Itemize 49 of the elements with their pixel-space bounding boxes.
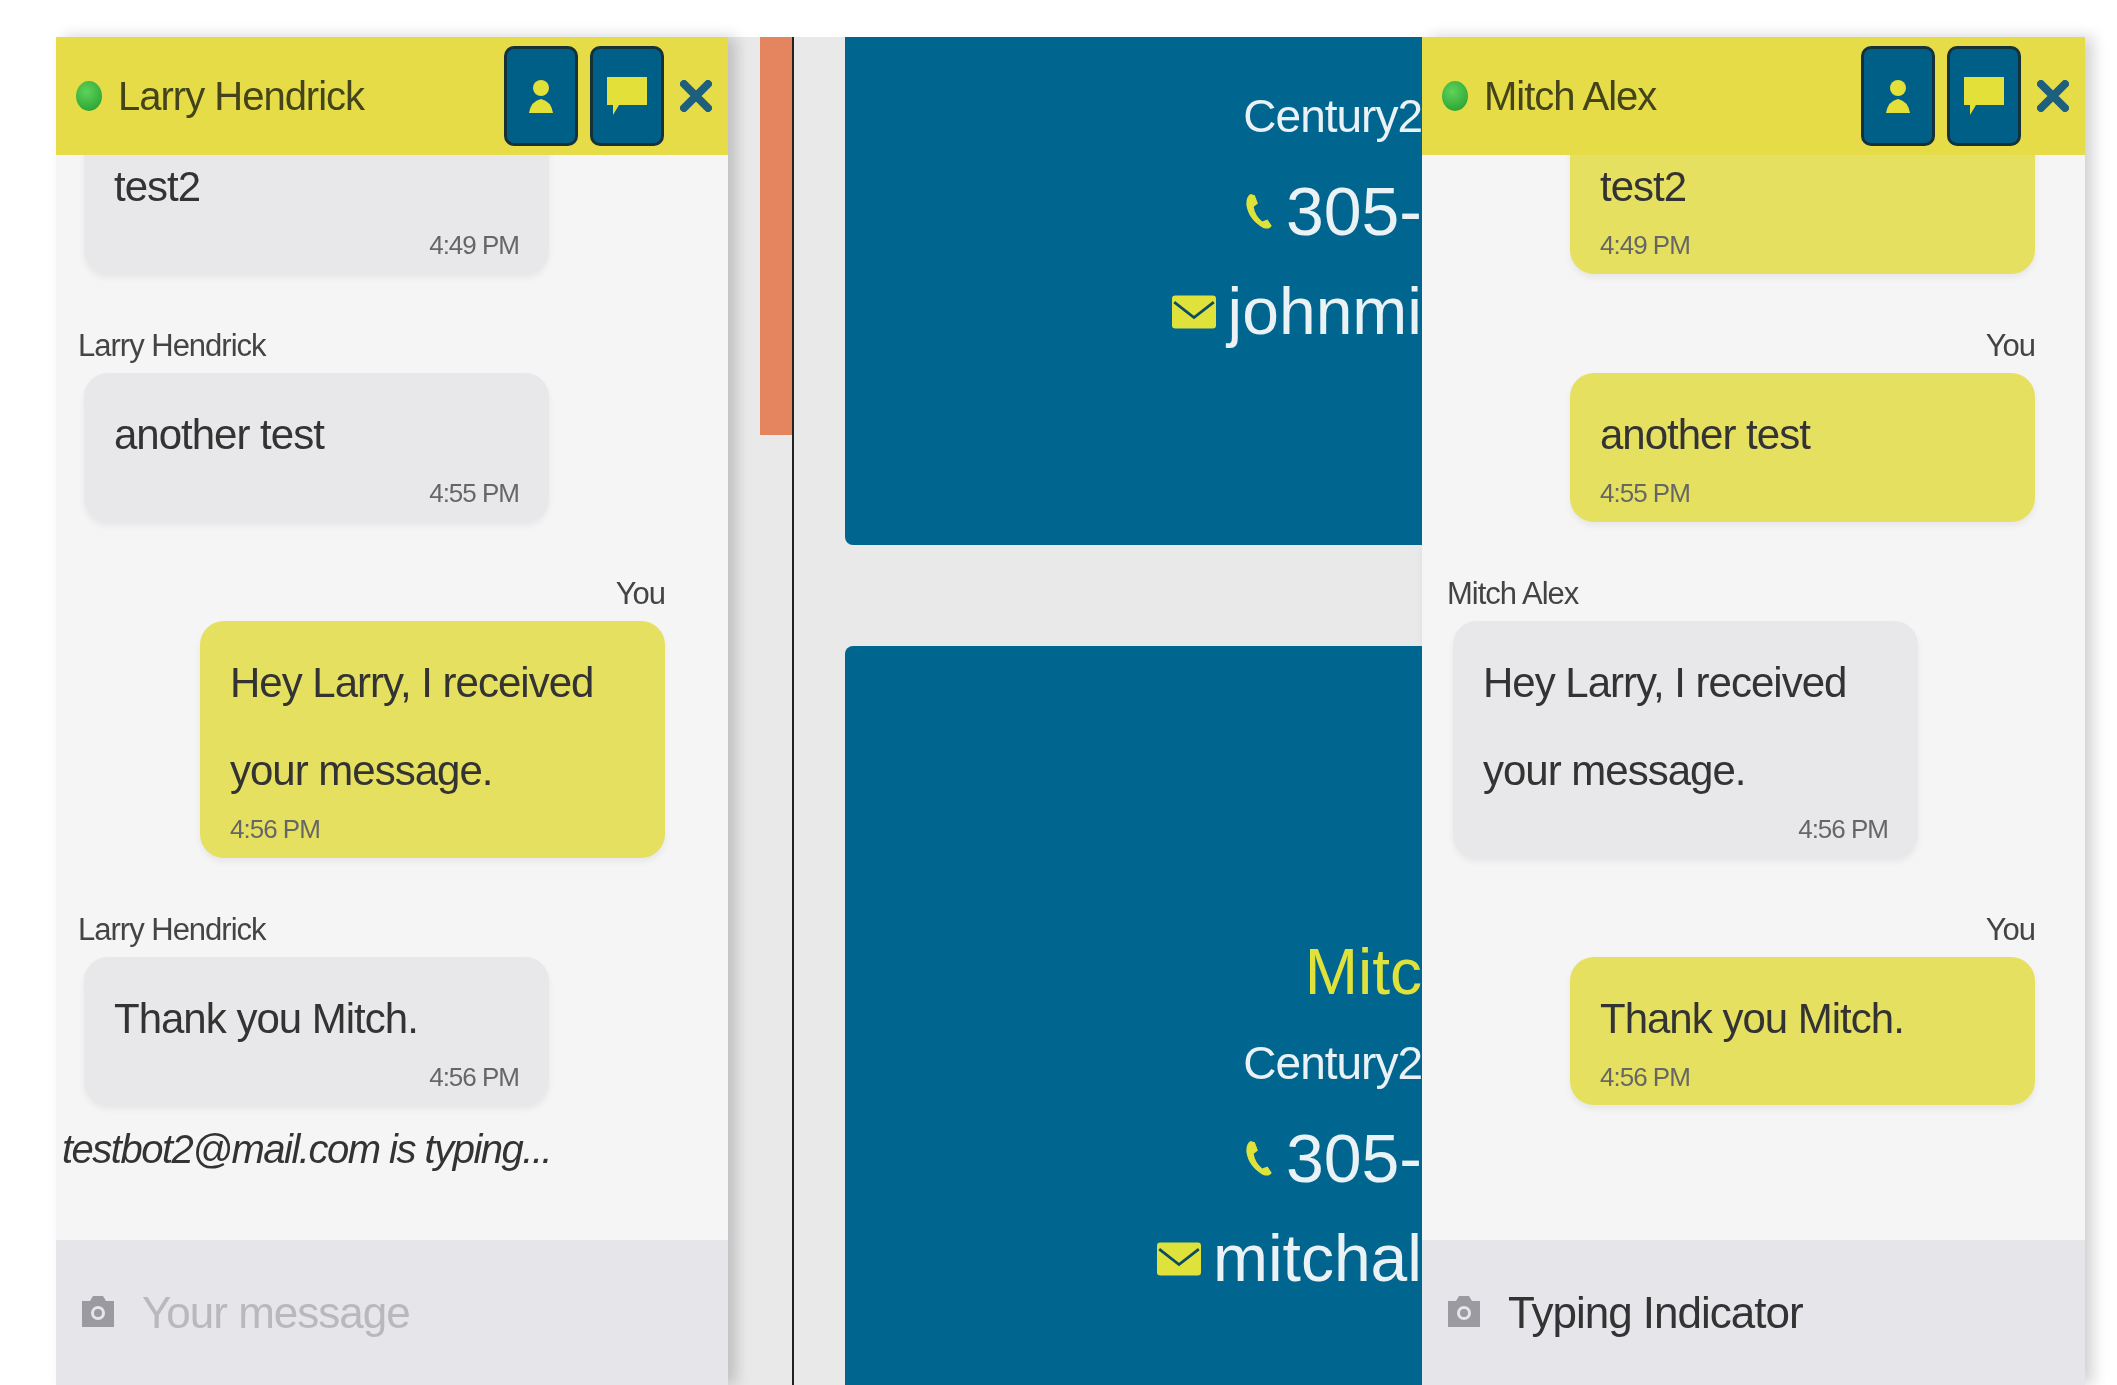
message-text: another test (114, 409, 326, 460)
message-time: 4:56 PM (428, 1062, 519, 1092)
message-time: 4:55 PM (428, 478, 519, 508)
listing-email: johnmi (1227, 273, 1422, 351)
close-button[interactable] (680, 80, 712, 112)
close-button[interactable] (2037, 80, 2069, 112)
message-field[interactable]: Typing Indicator (1422, 1240, 2085, 1385)
message-text: Thank you Mitch. (114, 993, 419, 1044)
message-time: 4:55 PM (1600, 478, 1691, 508)
message-text: Hey Larry, I received your message. (230, 657, 595, 796)
message-time: 4:56 PM (1797, 814, 1888, 844)
profile-button[interactable] (504, 46, 578, 146)
contact-name: Mitch Alex (1484, 73, 1657, 120)
message-text: Thank you Mitch. (1600, 993, 1905, 1044)
speech-bubble-icon (1964, 77, 2004, 115)
message-time: 4:49 PM (1600, 231, 1691, 260)
typing-indicator: testbot2@mail.com is typing... (61, 1126, 553, 1174)
sender-label: You (1985, 329, 2035, 361)
person-icon (1884, 77, 1912, 115)
speech-bubble-icon (607, 77, 647, 115)
message-time: 4:56 PM (1600, 1062, 1691, 1092)
contact-name: Larry Hendrick (118, 73, 365, 120)
phone-icon (1243, 1139, 1274, 1178)
profile-button[interactable] (1861, 46, 1935, 146)
envelope-icon (1171, 295, 1216, 330)
chat-button[interactable] (1947, 46, 2021, 146)
sender-label: Mitch Alex (1447, 577, 1579, 609)
sender-label: Larry Hendrick (78, 913, 266, 945)
envelope-icon (1156, 1242, 1201, 1277)
chat-button[interactable] (590, 46, 664, 146)
message-text: another test (1600, 409, 1812, 460)
listing-company: Century2 (1243, 89, 1422, 144)
message-time: 4:56 PM (230, 814, 321, 844)
close-icon (680, 80, 712, 112)
close-icon (2037, 80, 2069, 112)
listing-email: mitchal (1212, 1220, 1422, 1298)
message-text: test2 (1600, 162, 1688, 212)
message-time: 4:49 PM (428, 231, 519, 260)
person-icon (527, 77, 555, 115)
sender-label: Larry Hendrick (78, 329, 266, 361)
listing-name: Mitc (1304, 935, 1422, 1010)
message-text: Hey Larry, I received your message. (1483, 657, 1848, 796)
sender-label: You (1985, 913, 2035, 945)
sender-label: You (615, 577, 665, 609)
message-text: test2 (114, 162, 202, 212)
listing-phone: 305- (1285, 171, 1422, 251)
listing-phone: 305- (1285, 1119, 1422, 1198)
phone-icon (1243, 192, 1274, 230)
listing-company: Century2 (1243, 1036, 1422, 1092)
